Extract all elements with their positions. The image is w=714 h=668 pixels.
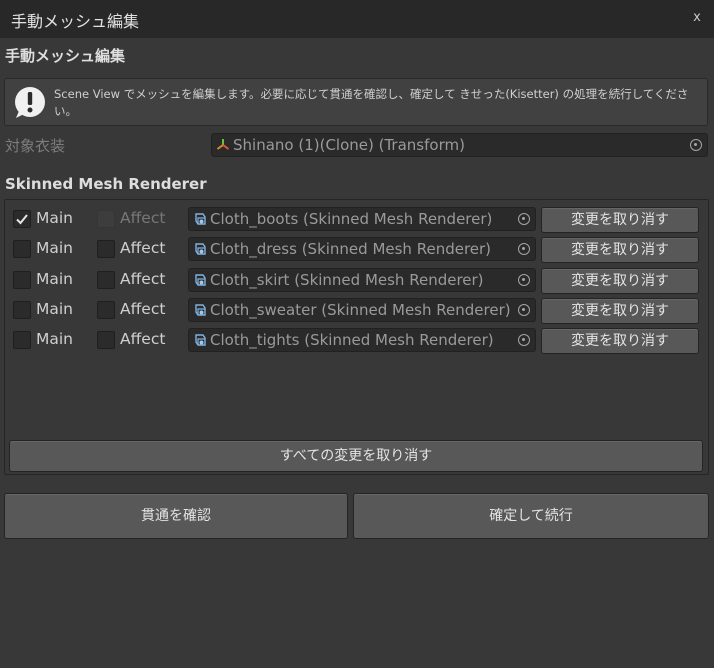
confirm-continue-button[interactable]: 確定して続行 bbox=[353, 493, 709, 539]
affect-checkbox[interactable] bbox=[97, 240, 115, 258]
revert-button[interactable]: 変更を取り消す bbox=[541, 237, 699, 263]
renderer-list-panel: Main Affect Cloth_boots (Skinned Mesh Rend… bbox=[4, 199, 709, 475]
renderer-row: Main Affect Cloth_skirt (Skinned Mesh Rend… bbox=[5, 265, 708, 295]
renderers-title: Skinned Mesh Renderer bbox=[5, 175, 207, 193]
affect-label: Affect bbox=[120, 330, 166, 348]
skinned-mesh-renderer-icon bbox=[195, 243, 206, 255]
renderer-row: Main Affect Cloth_tights (Skinned Mesh Ren… bbox=[5, 325, 708, 355]
close-icon[interactable]: x bbox=[690, 11, 704, 25]
main-label: Main bbox=[36, 239, 74, 257]
revert-button[interactable]: 変更を取り消す bbox=[541, 328, 699, 354]
affect-label: Affect bbox=[120, 300, 166, 318]
renderer-object-value: Cloth_sweater (Skinned Mesh Renderer) bbox=[210, 301, 511, 319]
renderer-object-value: Cloth_boots (Skinned Mesh Renderer) bbox=[210, 210, 493, 228]
renderer-row: Main Affect Cloth_sweater (Skinned Mesh Re… bbox=[5, 295, 708, 325]
affect-checkbox bbox=[97, 210, 115, 228]
renderer-object-value: Cloth_skirt (Skinned Mesh Renderer) bbox=[210, 271, 484, 289]
main-checkbox[interactable] bbox=[13, 301, 31, 319]
renderer-object-value: Cloth_dress (Skinned Mesh Renderer) bbox=[210, 240, 492, 258]
transform-axes-icon bbox=[216, 139, 230, 150]
renderer-object-field[interactable]: Cloth_dress (Skinned Mesh Renderer) bbox=[188, 237, 536, 261]
main-checkbox[interactable] bbox=[13, 271, 31, 289]
check-penetration-button[interactable]: 貫通を確認 bbox=[4, 493, 348, 539]
object-picker-icon[interactable] bbox=[518, 213, 530, 225]
revert-button[interactable]: 変更を取り消す bbox=[541, 207, 699, 233]
warning-exclamation-icon bbox=[15, 87, 45, 118]
object-picker-icon[interactable] bbox=[518, 334, 530, 346]
skinned-mesh-renderer-icon bbox=[195, 334, 206, 346]
renderer-row: Main Affect Cloth_dress (Skinned Mesh Rend… bbox=[5, 234, 708, 264]
skinned-mesh-renderer-icon bbox=[195, 274, 206, 286]
target-label: 対象衣装 bbox=[5, 137, 66, 155]
affect-checkbox[interactable] bbox=[97, 331, 115, 349]
affect-label: Affect bbox=[120, 239, 166, 257]
affect-label: Affect bbox=[120, 270, 166, 288]
main-label: Main bbox=[36, 330, 74, 348]
renderer-row: Main Affect Cloth_boots (Skinned Mesh Rend… bbox=[5, 204, 708, 234]
target-object-value: Shinano (1)(Clone) (Transform) bbox=[233, 136, 465, 154]
affect-checkbox[interactable] bbox=[97, 301, 115, 319]
affect-checkbox[interactable] bbox=[97, 271, 115, 289]
object-picker-icon[interactable] bbox=[690, 139, 702, 151]
checkmark-icon bbox=[16, 214, 28, 225]
help-box: Scene View でメッシュを編集します。必要に応じて貫通を確認し、確定して… bbox=[4, 78, 708, 126]
renderer-object-field[interactable]: Cloth_skirt (Skinned Mesh Renderer) bbox=[188, 268, 536, 292]
main-label: Main bbox=[36, 209, 74, 227]
target-object-field[interactable]: Shinano (1)(Clone) (Transform) bbox=[211, 133, 708, 157]
help-message: Scene View でメッシュを編集します。必要に応じて貫通を確認し、確定して… bbox=[54, 87, 689, 118]
main-label: Main bbox=[36, 300, 74, 318]
main-checkbox[interactable] bbox=[13, 331, 31, 349]
revert-button[interactable]: 変更を取り消す bbox=[541, 268, 699, 294]
object-picker-icon[interactable] bbox=[518, 274, 530, 286]
revert-button[interactable]: 変更を取り消す bbox=[541, 298, 699, 324]
window-titlebar: 手動メッシュ編集 x bbox=[0, 0, 714, 38]
object-picker-icon[interactable] bbox=[518, 243, 530, 255]
affect-label: Affect bbox=[120, 209, 166, 227]
renderer-object-value: Cloth_tights (Skinned Mesh Renderer) bbox=[210, 331, 494, 349]
object-picker-icon[interactable] bbox=[518, 304, 530, 316]
main-checkbox[interactable] bbox=[13, 210, 31, 228]
renderer-object-field[interactable]: Cloth_tights (Skinned Mesh Renderer) bbox=[188, 328, 536, 352]
renderer-object-field[interactable]: Cloth_sweater (Skinned Mesh Renderer) bbox=[188, 298, 536, 322]
revert-all-button[interactable]: すべての変更を取り消す bbox=[9, 440, 703, 472]
skinned-mesh-renderer-icon bbox=[195, 213, 206, 225]
window-title: 手動メッシュ編集 bbox=[11, 12, 140, 31]
page-title: 手動メッシュ編集 bbox=[5, 47, 126, 65]
main-label: Main bbox=[36, 270, 74, 288]
main-checkbox[interactable] bbox=[13, 240, 31, 258]
skinned-mesh-renderer-icon bbox=[195, 304, 206, 316]
renderer-object-field[interactable]: Cloth_boots (Skinned Mesh Renderer) bbox=[188, 207, 536, 231]
